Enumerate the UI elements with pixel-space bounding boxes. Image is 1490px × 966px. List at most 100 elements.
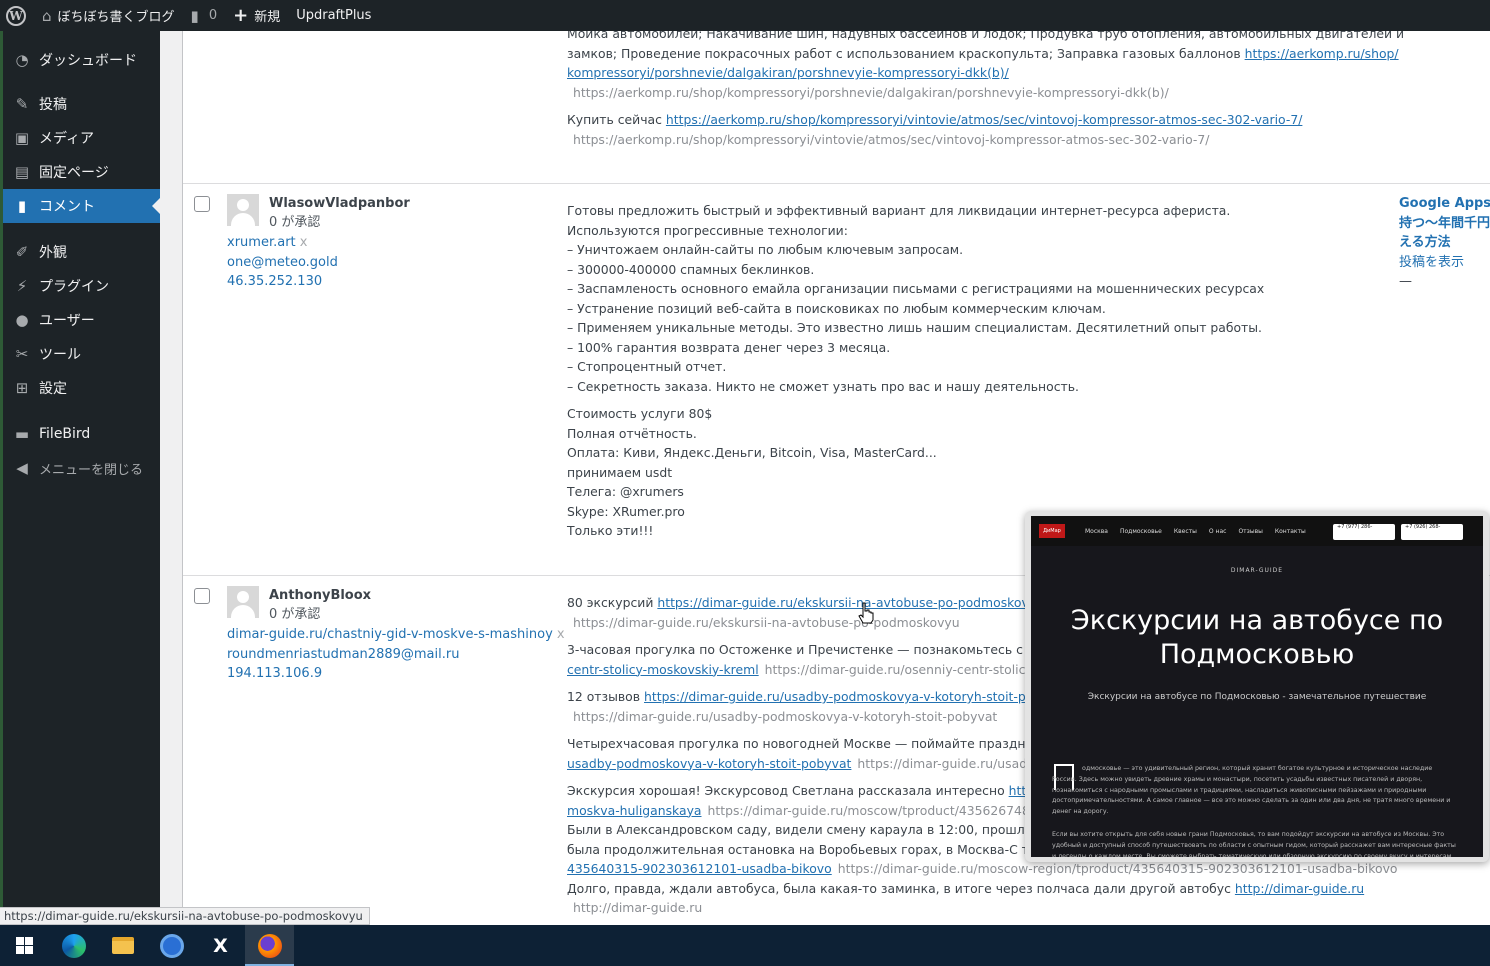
home-icon: ⌂: [42, 6, 52, 25]
sidebar-item-label: 投稿: [39, 97, 67, 113]
x-app-button[interactable]: X: [196, 925, 245, 966]
comment-checkbox[interactable]: [194, 588, 210, 604]
author-url-row: xrumer.art x: [227, 233, 338, 253]
comment-link[interactable]: https://dimar-guide.ru/usadby-podmoskovy…: [644, 689, 1068, 704]
remove-url-mark[interactable]: x: [300, 235, 308, 250]
admin-bar: W ⌂ ぼちぼち書くブログ ▮ 0 + 新規 UpdraftPlus: [0, 0, 1490, 31]
sidebar-item-posts[interactable]: ✎ 投稿: [3, 87, 160, 121]
comment-url-text: https://dimar-guide.ru/usadby-: [857, 755, 1047, 771]
comment-url-text: https://dimar-guide.ru/usadby-podmoskovy…: [573, 708, 998, 724]
author-email-link[interactable]: roundmenriastudman2889@mail.ru: [227, 647, 459, 662]
comment-line: Купить сейчас https://aerkomp.ru/shop/ko…: [567, 110, 1404, 130]
comment-line: Стоимость услуги 80$: [567, 406, 713, 421]
author-url-link[interactable]: xrumer.art: [227, 235, 296, 250]
file-explorer-button[interactable]: [98, 925, 147, 966]
author-url-row: dimar-guide.ru/chastniy-gid-v-moskve-s-m…: [227, 625, 565, 645]
comment-link[interactable]: https://dimar-guide.ru/ekskursii-na-avto…: [657, 595, 1044, 610]
comment-link[interactable]: http://dimar-guide.ru: [1235, 881, 1364, 896]
comment-link[interactable]: https://aerkomp.ru/shop/kompressoryi/vin…: [666, 112, 1302, 127]
response-post-link[interactable]: える方法: [1399, 233, 1490, 253]
folder-icon: ▬: [14, 425, 30, 443]
updraftplus-link[interactable]: UpdraftPlus: [288, 0, 379, 31]
comment-line: Долго, правда, ждали автобуса, была кака…: [567, 879, 1397, 899]
dashboard-icon: ◔: [15, 51, 29, 69]
author-ip-link[interactable]: 46.35.252.130: [227, 274, 322, 289]
author-links: dimar-guide.ru/chastniy-gid-v-moskve-s-m…: [227, 625, 565, 684]
sidebar-item-dashboard[interactable]: ◔ ダッシュボード: [3, 43, 160, 77]
firefox-button[interactable]: [245, 925, 294, 966]
comment-link[interactable]: centr-stolicy-moskovskiy-kreml: [567, 662, 759, 677]
wordpress-icon: W: [6, 5, 26, 26]
response-post-link[interactable]: Google Appsで: [1399, 194, 1490, 214]
sidebar-item-label: FileBird: [39, 426, 91, 442]
settings-icon: ⊞: [15, 379, 29, 397]
comment-line: – Секретность заказа. Никто не сможет уз…: [567, 378, 1079, 394]
comments-count: 0: [208, 8, 218, 23]
preview-nav-item: Отзывы: [1238, 527, 1263, 535]
comment-line: https://aerkomp.ru/shop/kompressoryi/vin…: [567, 130, 1404, 150]
comment-line: – 300000-400000 спамных беклинков.: [567, 261, 815, 277]
preview-nav-item: Контакты: [1274, 527, 1306, 535]
site-name-link[interactable]: ⌂ ぼちぼち書くブログ: [34, 0, 183, 31]
page-icon: ▤: [14, 163, 30, 181]
new-content-link[interactable]: + 新規: [225, 0, 288, 31]
preview-nav-item: Подмосковье: [1119, 527, 1162, 535]
comment-link[interactable]: moskva-huliganskaya: [567, 803, 702, 818]
comment-text: Мойка автомобилей; Накачивание шин, наду…: [567, 31, 1404, 149]
approved-count: 0 が承認: [269, 607, 321, 622]
comment-link[interactable]: usadby-podmoskovya-v-kotoryh-stoit-pobyv…: [567, 756, 851, 771]
sidebar-item-media[interactable]: ▣ メディア: [3, 121, 160, 155]
collapse-menu-button[interactable]: ◀ メニューを閉じる: [3, 451, 160, 485]
sidebar-item-label: メディア: [39, 131, 95, 147]
author-ip-link[interactable]: 194.113.106.9: [227, 666, 322, 681]
edge-button[interactable]: [49, 925, 98, 966]
approved-count: 0 が承認: [269, 215, 321, 230]
comment-bubble-icon: ▮: [190, 6, 199, 25]
remove-url-mark[interactable]: x: [557, 627, 565, 642]
thunderbird-button[interactable]: [147, 925, 196, 966]
comment-checkbox[interactable]: [194, 196, 210, 212]
sidebar-item-comments[interactable]: ▮ コメント: [3, 189, 160, 223]
comment-row: Мойка автомобилей; Накачивание шин, наду…: [183, 31, 1490, 184]
view-post-link[interactable]: 投稿を表示: [1399, 253, 1490, 273]
sidebar-item-pages[interactable]: ▤ 固定ページ: [3, 155, 160, 189]
sidebar-item-filebird[interactable]: ▬ FileBird: [3, 417, 160, 451]
sidebar-item-tools[interactable]: ✂ ツール: [3, 337, 160, 371]
comment-url-text: https://dimar-guide.ru/ekskursii-na-avto…: [573, 614, 960, 630]
wordpress-logo-button[interactable]: W: [0, 0, 34, 31]
start-button[interactable]: [0, 925, 49, 966]
preview-subtitle: Экскурсии на автобусе по Подмосковью - з…: [1087, 692, 1427, 702]
collapse-icon: ◀: [16, 459, 28, 477]
comment-line: Используются прогрессивные технологии:: [567, 222, 848, 238]
response-post-link[interactable]: 持つ〜年間千円: [1399, 214, 1490, 234]
preview-title: Экскурсии на автобусе по Подмосковью: [1070, 605, 1444, 670]
comment-line: https://aerkomp.ru/shop/kompressoryi/por…: [567, 83, 1404, 103]
link-preview-popup[interactable]: ДиМар Москва Подмосковье Квесты О нас От…: [1025, 511, 1489, 862]
comment-link[interactable]: kompressoryi/porshnevie/dalgakiran/porsh…: [567, 65, 1009, 80]
comment-url-text: https://aerkomp.ru/shop/kompressoryi/por…: [573, 84, 1169, 100]
wrench-icon: ✂: [15, 345, 29, 363]
sidebar-item-appearance[interactable]: ✐ 外観: [3, 235, 160, 269]
comment-icon: ▮: [17, 197, 27, 215]
comment-text: Готовы предложить быстрый и эффективный …: [567, 201, 1264, 541]
author-email-link[interactable]: one@meteo.gold: [227, 255, 338, 270]
author-url-link[interactable]: dimar-guide.ru/chastniy-gid-v-moskve-s-m…: [227, 627, 553, 642]
preview-phone: +7 (926) 268-: [1401, 524, 1463, 540]
sidebar-item-users[interactable]: ● ユーザー: [3, 303, 160, 337]
comment-link[interactable]: 435640315-902303612101-usadba-bikovo: [567, 861, 832, 876]
file-explorer-icon: [111, 937, 134, 954]
comment-line: Готовы предложить быстрый и эффективный …: [567, 203, 1231, 218]
comment-link[interactable]: https://aerkomp.ru/shop/: [1245, 46, 1399, 61]
response-dash: —: [1399, 274, 1412, 289]
comment-line: Оплата: Киви, Яндекс.Деньги, Bitcoin, Vi…: [567, 445, 937, 460]
avatar: [227, 586, 259, 618]
comments-link[interactable]: ▮ 0: [183, 0, 226, 31]
admin-sidebar: ◔ ダッシュボード ✎ 投稿 ▣ メディア ▤ 固定ページ ▮ コメント ✐ 外観 ⚡ プラグ…: [0, 31, 160, 925]
sidebar-item-settings[interactable]: ⊞ 設定: [3, 371, 160, 405]
sidebar-item-plugins[interactable]: ⚡ プラグイン: [3, 269, 160, 303]
comment-url-text: https://dimar-guide.ru/moscow-region/tpr…: [837, 861, 1398, 876]
media-icon: ▣: [14, 129, 30, 147]
avatar: [227, 194, 259, 226]
preview-nav-item: Москва: [1085, 527, 1108, 535]
comment-line: – Устранение позиций веб-сайта в поисков…: [567, 300, 1106, 316]
